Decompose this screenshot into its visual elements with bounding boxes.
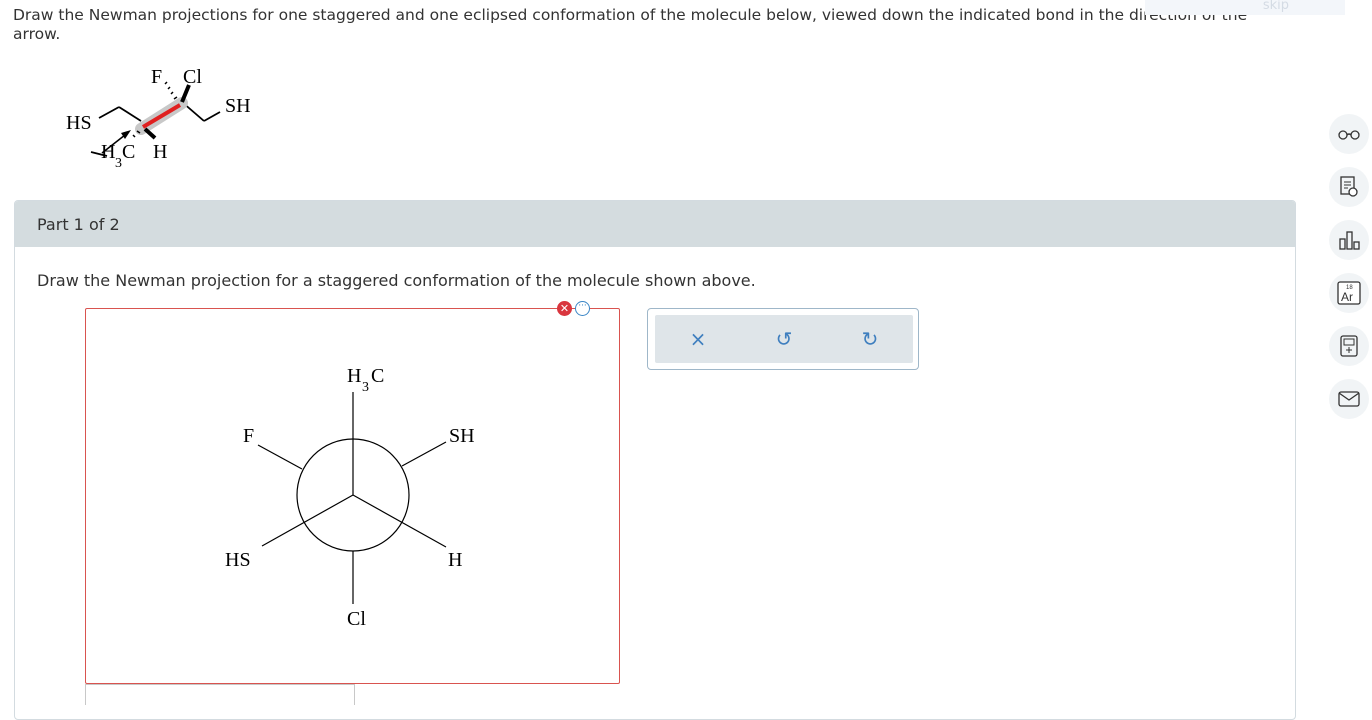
reading-glasses-icon[interactable]: [1329, 114, 1369, 154]
newman-projection[interactable]: H 3 C F SH HS H Cl: [86, 309, 621, 685]
undo-icon[interactable]: ↺: [741, 315, 827, 363]
label-hs: HS: [66, 112, 92, 134]
top-hint[interactable]: skip: [1145, 0, 1345, 15]
newman-label-bottom: Cl: [347, 608, 366, 630]
back-bond-upper-right: [401, 441, 447, 467]
next-part-box: [85, 684, 355, 705]
newman-label-top-sub: 3: [362, 380, 369, 395]
back-bond-upper-left: [257, 444, 303, 470]
front-bond-lower-left: [261, 494, 354, 547]
error-icon[interactable]: ✕: [557, 301, 572, 316]
more-options-icon[interactable]: ···: [575, 301, 590, 316]
periodic-table-symbol: Ar: [1341, 290, 1353, 304]
mail-icon[interactable]: [1329, 379, 1369, 419]
part-header: Part 1 of 2: [15, 201, 1295, 247]
label-f: F: [151, 66, 162, 88]
newman-label-top-c: C: [371, 365, 384, 387]
bar-chart-icon[interactable]: [1329, 220, 1369, 260]
drawing-canvas[interactable]: H 3 C F SH HS H Cl: [85, 308, 620, 684]
close-icon[interactable]: ×: [655, 315, 741, 363]
molecule-structure: F Cl SH HS H 3 C H: [66, 66, 251, 171]
label-h: H: [153, 141, 167, 163]
newman-label-upper-left: F: [243, 425, 254, 447]
question-text: Draw the Newman projections for one stag…: [13, 6, 1248, 43]
part-prompt: Draw the Newman projection for a stagger…: [37, 271, 756, 290]
calculator-icon[interactable]: [1329, 326, 1369, 366]
worksheet-icon[interactable]: [1329, 167, 1369, 207]
label-h3c-sub: 3: [115, 156, 122, 171]
newman-label-top-h: H: [347, 365, 361, 387]
periodic-table-icon[interactable]: 18 Ar: [1329, 273, 1369, 313]
newman-label-lower-left: HS: [225, 549, 251, 571]
newman-label-lower-right: H: [448, 549, 462, 571]
label-sh: SH: [225, 95, 251, 117]
front-bond-lower-right: [352, 494, 447, 548]
label-cl: Cl: [183, 66, 202, 88]
label-h3c-c: C: [122, 141, 135, 163]
newman-label-upper-right: SH: [449, 425, 475, 447]
drawing-toolbox: × ↺ ↻: [647, 308, 919, 370]
redo-icon[interactable]: ↻: [827, 315, 913, 363]
